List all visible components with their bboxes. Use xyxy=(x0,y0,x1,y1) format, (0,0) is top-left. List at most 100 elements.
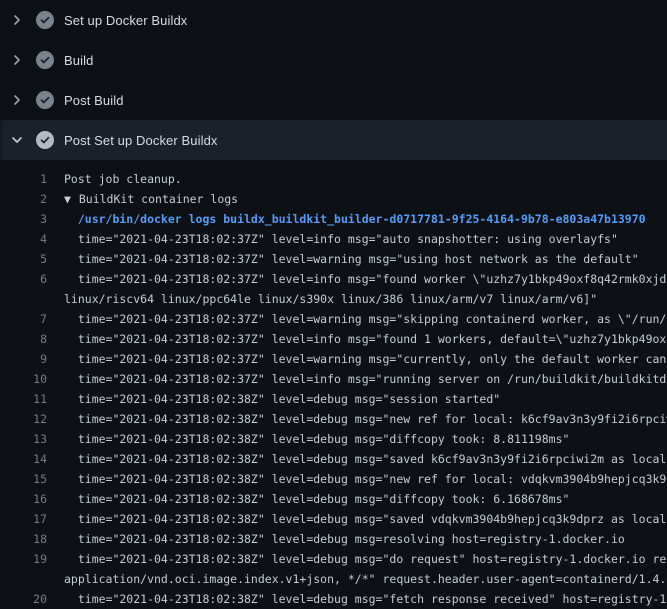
log-line: 5 time="2021-04-23T18:02:37Z" level=warn… xyxy=(0,249,667,269)
log-line-text: time="2021-04-23T18:02:38Z" level=debug … xyxy=(47,469,667,489)
log-line-number[interactable]: 4 xyxy=(0,229,47,249)
log-line: 16 time="2021-04-23T18:02:38Z" level=deb… xyxy=(0,489,667,509)
log-line-number[interactable]: 8 xyxy=(0,329,47,349)
check-circle-icon xyxy=(36,131,54,149)
log-line: 11 time="2021-04-23T18:02:38Z" level=deb… xyxy=(0,389,667,409)
log-line: 12 time="2021-04-23T18:02:38Z" level=deb… xyxy=(0,409,667,429)
log-viewer: 1Post job cleanup.2▼ BuildKit container … xyxy=(0,160,667,609)
log-line-text: time="2021-04-23T18:02:38Z" level=debug … xyxy=(47,389,500,409)
log-line-number[interactable]: 14 xyxy=(0,449,47,469)
log-line-text: time="2021-04-23T18:02:38Z" level=debug … xyxy=(47,429,569,449)
log-line-number[interactable]: 2 xyxy=(0,189,47,209)
log-line: 17 time="2021-04-23T18:02:38Z" level=deb… xyxy=(0,509,667,529)
log-line-text: time="2021-04-23T18:02:37Z" level=warnin… xyxy=(47,249,639,269)
log-text: time="2021-04-23T18:02:38Z" level=debug … xyxy=(64,492,569,506)
chevron-right-icon[interactable] xyxy=(10,53,24,67)
log-line-number[interactable]: 6 xyxy=(0,269,47,289)
log-line: 13 time="2021-04-23T18:02:38Z" level=deb… xyxy=(0,429,667,449)
steps-list: Set up Docker Buildx Build Post Build Post … xyxy=(0,0,667,160)
group-collapse-toggle-icon[interactable]: ▼ xyxy=(64,192,78,206)
log-line-number[interactable]: 13 xyxy=(0,429,47,449)
log-line-text: time="2021-04-23T18:02:37Z" level=info m… xyxy=(47,329,667,349)
step-row-post-set-up-docker-buildx[interactable]: Post Set up Docker Buildx xyxy=(0,120,667,160)
log-text: BuildKit container logs xyxy=(79,192,238,206)
step-label: Build xyxy=(64,53,93,68)
log-text: time="2021-04-23T18:02:38Z" level=debug … xyxy=(64,592,667,606)
log-text: linux/riscv64 linux/ppc64le linux/s390x … xyxy=(64,292,597,306)
log-text: time="2021-04-23T18:02:37Z" level=warnin… xyxy=(64,252,639,266)
chevron-right-icon[interactable] xyxy=(10,93,24,107)
log-line: 18 time="2021-04-23T18:02:38Z" level=deb… xyxy=(0,529,667,549)
check-circle-icon xyxy=(36,91,54,109)
log-line-continuation: application/vnd.oci.image.index.v1+json,… xyxy=(0,569,667,589)
log-line-number[interactable]: 15 xyxy=(0,469,47,489)
log-line-number[interactable]: 12 xyxy=(0,409,47,429)
log-line-text: time="2021-04-23T18:02:38Z" level=debug … xyxy=(47,449,667,469)
log-line: 9 time="2021-04-23T18:02:37Z" level=warn… xyxy=(0,349,667,369)
step-label: Post Set up Docker Buildx xyxy=(64,133,218,148)
log-line-text: time="2021-04-23T18:02:38Z" level=debug … xyxy=(47,509,667,529)
step-row-build[interactable]: Build xyxy=(0,40,667,80)
log-line-number[interactable]: 9 xyxy=(0,349,47,369)
check-circle-icon xyxy=(36,11,54,29)
log-text: time="2021-04-23T18:02:37Z" level=info m… xyxy=(64,272,667,286)
log-line-number[interactable]: 11 xyxy=(0,389,47,409)
log-line-text: ▼ BuildKit container logs xyxy=(47,189,238,209)
log-line-number[interactable]: 16 xyxy=(0,489,47,509)
log-line-text: time="2021-04-23T18:02:37Z" level=info m… xyxy=(47,369,667,389)
log-text: time="2021-04-23T18:02:37Z" level=info m… xyxy=(64,372,667,386)
log-line-text: time="2021-04-23T18:02:38Z" level=debug … xyxy=(47,409,667,429)
log-text: time="2021-04-23T18:02:37Z" level=info m… xyxy=(64,232,618,246)
log-line-text: application/vnd.oci.image.index.v1+json,… xyxy=(47,569,667,589)
step-label: Post Build xyxy=(64,93,124,108)
log-text: time="2021-04-23T18:02:38Z" level=debug … xyxy=(64,552,667,566)
log-line: 8 time="2021-04-23T18:02:37Z" level=info… xyxy=(0,329,667,349)
log-line-number[interactable]: 1 xyxy=(0,169,47,189)
log-text: time="2021-04-23T18:02:38Z" level=debug … xyxy=(64,412,667,426)
log-line-text: time="2021-04-23T18:02:37Z" level=warnin… xyxy=(47,309,667,329)
log-line-number xyxy=(0,289,47,309)
log-text: time="2021-04-23T18:02:38Z" level=debug … xyxy=(64,432,569,446)
log-line: 10 time="2021-04-23T18:02:37Z" level=inf… xyxy=(0,369,667,389)
log-line: 6 time="2021-04-23T18:02:37Z" level=info… xyxy=(0,269,667,289)
chevron-down-icon[interactable] xyxy=(10,133,24,147)
log-text: time="2021-04-23T18:02:37Z" level=warnin… xyxy=(64,352,667,366)
log-line-text: time="2021-04-23T18:02:38Z" level=debug … xyxy=(47,529,625,549)
log-text: time="2021-04-23T18:02:37Z" level=info m… xyxy=(64,332,667,346)
log-line: 14 time="2021-04-23T18:02:38Z" level=deb… xyxy=(0,449,667,469)
log-line-number[interactable]: 10 xyxy=(0,369,47,389)
log-line-text: time="2021-04-23T18:02:38Z" level=debug … xyxy=(47,489,569,509)
log-line-continuation: linux/riscv64 linux/ppc64le linux/s390x … xyxy=(0,289,667,309)
log-line: 2▼ BuildKit container logs xyxy=(0,189,667,209)
log-line: 1Post job cleanup. xyxy=(0,169,667,189)
log-line-number[interactable]: 17 xyxy=(0,509,47,529)
check-circle-icon xyxy=(36,51,54,69)
step-row-post-build[interactable]: Post Build xyxy=(0,80,667,120)
log-line-number[interactable]: 18 xyxy=(0,529,47,549)
step-row-set-up-docker-buildx[interactable]: Set up Docker Buildx xyxy=(0,0,667,40)
log-line-number[interactable]: 3 xyxy=(0,209,47,229)
log-line-number[interactable]: 5 xyxy=(0,249,47,269)
log-line-text: time="2021-04-23T18:02:38Z" level=debug … xyxy=(47,589,667,609)
log-text: time="2021-04-23T18:02:38Z" level=debug … xyxy=(64,532,625,546)
log-line-number[interactable]: 19 xyxy=(0,549,47,569)
log-line: 4 time="2021-04-23T18:02:37Z" level=info… xyxy=(0,229,667,249)
log-line-text: time="2021-04-23T18:02:37Z" level=info m… xyxy=(47,229,618,249)
log-text: time="2021-04-23T18:02:38Z" level=debug … xyxy=(64,512,667,526)
log-line-text: time="2021-04-23T18:02:37Z" level=warnin… xyxy=(47,349,667,369)
log-line-number xyxy=(0,569,47,589)
log-line-text: time="2021-04-23T18:02:37Z" level=info m… xyxy=(47,269,667,289)
log-line-number[interactable]: 20 xyxy=(0,589,47,609)
log-line: 7 time="2021-04-23T18:02:37Z" level=warn… xyxy=(0,309,667,329)
log-line: 20 time="2021-04-23T18:02:38Z" level=deb… xyxy=(0,589,667,609)
log-line-text: linux/riscv64 linux/ppc64le linux/s390x … xyxy=(47,289,597,309)
log-line-number[interactable]: 7 xyxy=(0,309,47,329)
log-text: application/vnd.oci.image.index.v1+json,… xyxy=(64,572,667,586)
step-label: Set up Docker Buildx xyxy=(64,13,187,28)
log-line: 19 time="2021-04-23T18:02:38Z" level=deb… xyxy=(0,549,667,569)
chevron-right-icon[interactable] xyxy=(10,13,24,27)
log-text: time="2021-04-23T18:02:38Z" level=debug … xyxy=(64,472,667,486)
log-line: 3 /usr/bin/docker logs buildx_buildkit_b… xyxy=(0,209,667,229)
log-text: time="2021-04-23T18:02:38Z" level=debug … xyxy=(64,452,667,466)
log-line-text: Post job cleanup. xyxy=(47,169,182,189)
